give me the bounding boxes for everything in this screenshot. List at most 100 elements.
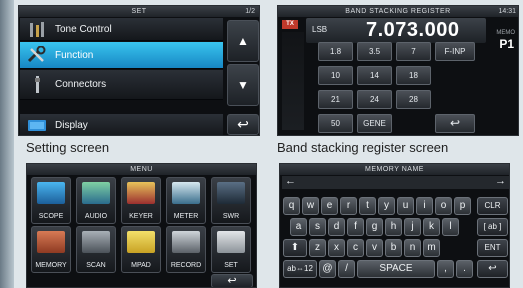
space-button[interactable]: SPACE [357, 260, 435, 278]
key-n[interactable]: n [404, 239, 421, 257]
memory-name-screen: MEMORY NAME ← → q w e r t y u i o p CLR … [279, 163, 510, 288]
menu-item-label: Connectors [55, 79, 107, 90]
f-inp-button[interactable]: F-INP [435, 42, 475, 61]
key-l[interactable]: l [442, 218, 459, 236]
key-i[interactable]: i [416, 197, 433, 215]
key-t[interactable]: t [359, 197, 376, 215]
frequency-display: LSB 7.073.000 [306, 18, 486, 43]
menu-title: MENU [27, 164, 256, 175]
memory-name-title: MEMORY NAME [280, 164, 509, 175]
menu-audio-button[interactable]: AUDIO [76, 177, 116, 224]
menu-keyer-button[interactable]: KEYER [121, 177, 161, 224]
key-at[interactable]: @ [319, 260, 336, 278]
cursor-left-button[interactable]: ← [285, 175, 296, 187]
key-h[interactable]: h [385, 218, 402, 236]
band-stacking-title: BAND STACKING REGISTER [278, 6, 518, 17]
key-v[interactable]: v [366, 239, 383, 257]
band-button-28[interactable]: 28 [396, 90, 431, 109]
key-u[interactable]: u [397, 197, 414, 215]
alpha-numeric-toggle-button[interactable]: ab⇔12 [283, 260, 317, 278]
band-button-14[interactable]: 14 [357, 66, 392, 85]
back-button[interactable]: ↩ [435, 114, 475, 133]
name-input-field[interactable]: ← → [282, 175, 509, 189]
menu-record-button[interactable]: RECORD [166, 226, 206, 273]
enter-button[interactable]: ENT [477, 239, 508, 257]
band-stacking-caption: Band stacking register screen [277, 140, 449, 155]
band-button-1-8[interactable]: 1.8 [318, 42, 353, 61]
menu-set-button[interactable]: SET [211, 226, 251, 273]
clock: 14:31 [498, 8, 516, 15]
key-d[interactable]: d [328, 218, 345, 236]
scroll-up-button[interactable]: ▲ [227, 20, 259, 62]
menu-item-connectors[interactable]: Connectors [20, 70, 223, 100]
key-y[interactable]: y [378, 197, 395, 215]
menu-screen: MENU SCOPE AUDIO KEYER METER SWR MEMORY … [26, 163, 257, 288]
key-s[interactable]: s [309, 218, 326, 236]
key-r[interactable]: r [340, 197, 357, 215]
menu-item-label: AUDIO [84, 213, 108, 220]
memory-icon [37, 231, 65, 253]
key-q[interactable]: q [283, 197, 300, 215]
menu-item-label: Tone Control [55, 24, 112, 35]
back-button[interactable]: ↩ [211, 274, 253, 287]
left-edge-strip [0, 0, 14, 288]
scope-icon [37, 182, 65, 204]
menu-item-label: RECORD [170, 262, 202, 269]
key-g[interactable]: g [366, 218, 383, 236]
menu-scan-button[interactable]: SCAN [76, 226, 116, 273]
key-m[interactable]: m [423, 239, 440, 257]
band-stacking-screen: BAND STACKING REGISTER TX 14:31 LSB 7.07… [277, 5, 519, 136]
back-button[interactable]: ↩ [477, 260, 508, 278]
key-comma[interactable]: , [437, 260, 454, 278]
menu-item-tone-control[interactable]: Tone Control [20, 18, 223, 41]
scroll-down-button[interactable]: ▼ [227, 64, 259, 106]
key-p[interactable]: p [454, 197, 471, 215]
setting-screen-caption: Setting screen [26, 140, 110, 155]
menu-memory-button[interactable]: MEMORY [31, 226, 71, 273]
band-button-7[interactable]: 7 [396, 42, 431, 61]
key-j[interactable]: j [404, 218, 421, 236]
key-o[interactable]: o [435, 197, 452, 215]
key-f[interactable]: f [347, 218, 364, 236]
menu-item-label: MEMORY [35, 262, 67, 269]
display-icon [28, 120, 46, 131]
key-x[interactable]: x [328, 239, 345, 257]
frequency-value: 7.073.000 [366, 19, 460, 41]
case-toggle-button[interactable]: [ ab ] [477, 218, 508, 236]
band-button-18[interactable]: 18 [396, 66, 431, 85]
key-period[interactable]: . [456, 260, 473, 278]
key-slash[interactable]: / [338, 260, 355, 278]
key-a[interactable]: a [290, 218, 307, 236]
band-button-10[interactable]: 10 [318, 66, 353, 85]
menu-meter-button[interactable]: METER [166, 177, 206, 224]
menu-item-function[interactable]: Function [20, 42, 223, 69]
key-e[interactable]: e [321, 197, 338, 215]
cursor-right-button[interactable]: → [495, 175, 506, 187]
band-button-50[interactable]: 50 [318, 114, 353, 133]
band-button-3-5[interactable]: 3.5 [357, 42, 392, 61]
menu-item-label: MPAD [131, 262, 151, 269]
binoculars-icon [82, 231, 110, 253]
key-c[interactable]: c [347, 239, 364, 257]
key-z[interactable]: z [309, 239, 326, 257]
shift-button[interactable]: ⬆ [283, 239, 307, 257]
set-title: SET [19, 6, 259, 17]
key-b[interactable]: b [385, 239, 402, 257]
band-button-21[interactable]: 21 [318, 90, 353, 109]
menu-mpad-button[interactable]: MPAD [121, 226, 161, 273]
audio-icon [82, 182, 110, 204]
set-page-indicator: 1/2 [245, 8, 255, 15]
clear-button[interactable]: CLR [477, 197, 508, 215]
menu-item-label: SET [224, 262, 238, 269]
gene-button[interactable]: GENE [357, 114, 392, 133]
band-button-24[interactable]: 24 [357, 90, 392, 109]
key-k[interactable]: k [423, 218, 440, 236]
key-w[interactable]: w [302, 197, 319, 215]
mode-label: LSB [312, 25, 328, 34]
back-button[interactable]: ↩ [227, 114, 259, 135]
menu-swr-button[interactable]: SWR [211, 177, 251, 224]
scope-strip [282, 32, 304, 130]
tools-icon [217, 231, 245, 253]
menu-item-display[interactable]: Display [20, 114, 223, 135]
menu-scope-button[interactable]: SCOPE [31, 177, 71, 224]
